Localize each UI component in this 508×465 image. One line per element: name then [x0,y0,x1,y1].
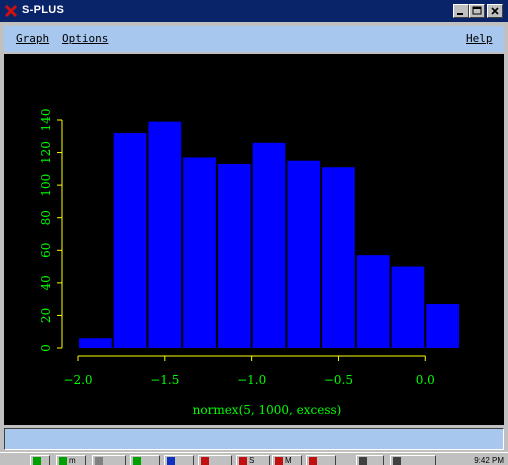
x-tick-label: 0.0 [416,373,435,387]
histogram-bar [287,160,321,348]
menu-bar: Graph Options Help [4,26,504,52]
y-tick-label: 40 [39,275,53,290]
histogram-bar [217,163,251,348]
close-button[interactable] [487,4,503,18]
x-tick-label: −0.5 [324,373,353,387]
histogram-bar [322,167,355,348]
histogram-bar [391,266,425,348]
y-tick-label: 20 [39,308,53,323]
menu-graph-label: Graph [16,32,50,45]
histogram-chart: 0 20 40 60 80 100 120 140 −2.0 −1.5 −1.0 −0.5 0.0 nor… [39,109,459,417]
histogram-bar [356,255,390,348]
histogram-bar [113,133,147,348]
x-axis-label: normex(5, 1000, excess) [193,403,342,417]
y-tick-label: 80 [39,210,53,225]
title-bar: S-PLUS [0,0,508,22]
y-tick-label: 60 [39,243,53,258]
x-tick-label: −1.5 [150,373,179,387]
histogram-bar [252,142,286,348]
y-tick-label: 100 [39,174,53,197]
histogram-bar [148,121,182,348]
histogram-bar [426,304,459,348]
y-tick-label: 120 [39,141,53,164]
close-icon [491,7,499,15]
status-bar [4,428,504,450]
y-tick-label: 140 [39,109,53,132]
maximize-icon [472,6,482,15]
menu-options[interactable]: Options [62,32,108,45]
minimize-button[interactable] [453,4,469,18]
x-tick-label: −2.0 [63,373,92,387]
minimize-icon [457,13,463,15]
graph-canvas: 0 20 40 60 80 100 120 140 −2.0 −1.5 −1.0 −0.5 0.0 nor… [4,54,504,425]
histogram-bar [79,338,112,348]
menu-graph[interactable]: Graph [16,32,49,45]
window-title: S-PLUS [22,4,65,16]
windows-taskbar: 9:42 PM mSM [0,452,508,465]
splus-app-icon [4,4,18,18]
menu-help-label: Help [466,32,493,45]
menu-options-label: Options [62,32,109,45]
histogram-bar [183,157,216,348]
y-tick-label: 0 [39,344,53,352]
menu-help[interactable]: Help [466,32,493,45]
maximize-button[interactable] [469,4,485,18]
x-tick-label: −1.0 [237,373,266,387]
